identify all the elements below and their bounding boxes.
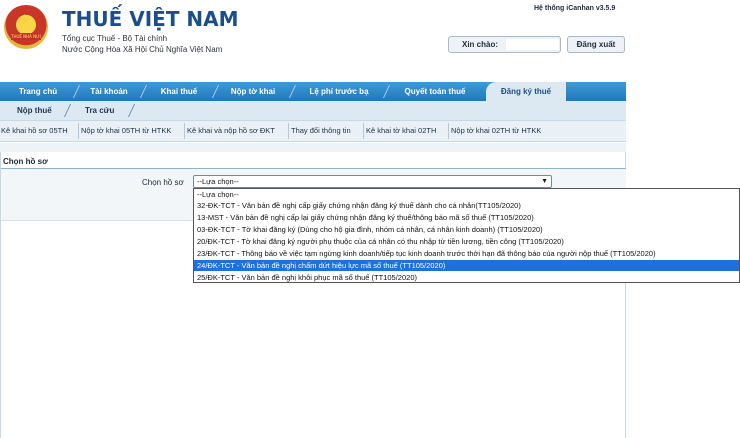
dropdown-option[interactable]: 32-ĐK-TCT - Văn bản đề nghị cấp giấy chứ…: [194, 200, 739, 211]
dropdown-option-highlighted[interactable]: 24/ĐK-TCT - Văn bản đề nghị chấm dứt hiệ…: [194, 260, 739, 271]
dropdown-option[interactable]: 23/ĐK-TCT - Thông báo về việc tạm ngừng …: [194, 248, 739, 259]
brand-subtitle-ministry: Tổng cục Thuế - Bộ Tài chính: [62, 34, 168, 43]
chevron-down-icon: ▼: [541, 178, 548, 185]
system-version: Hệ thống iCanhan v3.5.9: [534, 5, 616, 12]
header: ★ THUẾ NHÀ NƯỚC THUẾ VIỆT NAM Tổng cục T…: [0, 0, 740, 78]
content-spacer: [0, 143, 626, 152]
username-display: [506, 39, 559, 50]
star-icon: ★: [17, 11, 33, 31]
tab-khai-thue[interactable]: Khai thuế: [146, 82, 212, 101]
function-separator: [184, 123, 185, 139]
subnav-tra-cuu[interactable]: Tra cứu: [85, 101, 114, 120]
function-separator: [448, 123, 449, 139]
tab-dang-ky-thue[interactable]: Đăng ký thuế: [486, 82, 566, 101]
link-nop-02th-htkk[interactable]: Nộp tờ khai 02TH từ HTKK: [451, 121, 541, 141]
link-ke-khai-nop-dkt[interactable]: Kê khai và nộp hồ sơ ĐKT: [187, 121, 275, 141]
subnav-separator: [127, 104, 136, 117]
dropdown-option[interactable]: 20/ĐK-TCT - Tờ khai đăng ký người phụ th…: [194, 236, 739, 247]
brand-title: THUẾ VIỆT NAM: [62, 7, 239, 31]
tab-le-phi-truoc-ba[interactable]: Lệ phí trước bạ: [295, 82, 383, 101]
dropdown-option[interactable]: --Lựa chọn--: [194, 189, 739, 200]
dropdown-option[interactable]: 03-ĐK-TCT - Tờ khai đăng ký (Dùng cho hộ…: [194, 224, 739, 235]
dropdown-option[interactable]: 13-MST - Văn bản đề nghị cấp lại giấy ch…: [194, 212, 739, 223]
function-separator: [78, 123, 79, 139]
select-current-value: --Lựa chọn--: [197, 177, 239, 186]
greeting-box: Xin chào:: [448, 36, 561, 53]
tab-nop-to-khai[interactable]: Nộp tờ khai: [218, 82, 288, 101]
profile-select[interactable]: --Lựa chọn-- ▼: [193, 175, 552, 188]
section-title: Chọn hồ sơ: [3, 157, 48, 166]
subnav-nop-thue[interactable]: Nộp thuế: [17, 101, 52, 120]
tab-trang-chu[interactable]: Trang chủ: [2, 82, 74, 101]
national-emblem-logo: ★ THUẾ NHÀ NƯỚC: [4, 5, 48, 49]
brand-subtitle-country: Nước Cộng Hòa Xã Hội Chủ Nghĩa Việt Nam: [62, 45, 223, 54]
tab-quyet-toan-thue[interactable]: Quyết toán thuế: [389, 82, 481, 101]
page-root: ★ THUẾ NHÀ NƯỚC THUẾ VIỆT NAM Tổng cục T…: [0, 0, 740, 438]
profile-dropdown-list: --Lựa chọn-- 32-ĐK-TCT - Văn bản đề nghị…: [193, 188, 740, 283]
emblem-band: THUẾ NHÀ NƯỚC: [11, 33, 41, 40]
tab-tai-khoan[interactable]: Tài khoản: [78, 82, 140, 101]
function-separator: [363, 123, 364, 139]
dropdown-option[interactable]: 25/ĐK-TCT - Văn bản đề nghị khôi phục mã…: [194, 272, 739, 282]
function-bar: Kê khai hồ sơ 05TH Nộp tờ khai 05TH từ H…: [0, 120, 626, 142]
link-nop-05th-htkk[interactable]: Nộp tờ khai 05TH từ HTKK: [81, 121, 171, 141]
logout-button[interactable]: Đăng xuất: [567, 36, 625, 53]
subnav-separator: [63, 104, 72, 117]
link-ke-khai-05th[interactable]: Kê khai hồ sơ 05TH: [1, 121, 68, 141]
link-thay-doi-thong-tin[interactable]: Thay đổi thông tin: [291, 121, 351, 141]
main-nav: Trang chủ Tài khoản Khai thuế Nộp tờ kha…: [0, 82, 626, 101]
field-label-chon-ho-so: Chọn hồ sơ: [142, 178, 184, 187]
greeting-label: Xin chào:: [462, 40, 499, 49]
sub-nav: Nộp thuế Tra cứu: [0, 101, 626, 120]
function-separator: [288, 123, 289, 139]
link-ke-khai-02th[interactable]: Kê khai tờ khai 02TH: [366, 121, 436, 141]
